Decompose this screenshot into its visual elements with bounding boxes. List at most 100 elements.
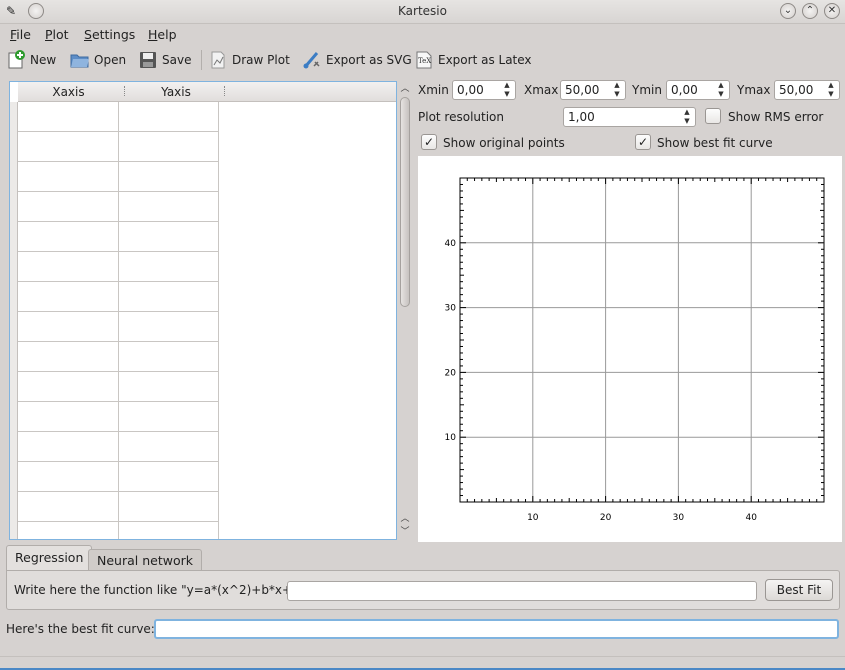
show-rms-checkbox[interactable]	[705, 108, 721, 124]
xaxis-cell[interactable]	[18, 432, 119, 462]
tab-regression[interactable]: Regression	[6, 545, 93, 571]
xaxis-cell[interactable]	[18, 522, 119, 539]
yaxis-cell[interactable]	[119, 462, 219, 492]
plot-area[interactable]: 10 20 30 40 10 20 30 40	[418, 156, 842, 542]
best-fit-button[interactable]: Best Fit	[765, 579, 833, 601]
x-tick-label: 40	[745, 513, 757, 523]
spin-arrows-icon[interactable]: ▲ ▼	[501, 81, 513, 99]
table-header: Xaxis Yaxis	[18, 82, 396, 102]
show-original-points-label[interactable]: Show original points	[443, 136, 565, 150]
yaxis-cell[interactable]	[119, 432, 219, 462]
xaxis-cell[interactable]	[18, 402, 119, 432]
draw-plot-icon	[211, 51, 225, 69]
yaxis-cell[interactable]	[119, 192, 219, 222]
xaxis-cell[interactable]	[18, 312, 119, 342]
xaxis-cell[interactable]	[18, 342, 119, 372]
window-title: Kartesio	[398, 4, 447, 18]
menu-plot[interactable]: Plot	[45, 27, 69, 42]
yaxis-cell[interactable]	[119, 372, 219, 402]
xaxis-cell[interactable]	[18, 162, 119, 192]
spin-arrows-icon[interactable]: ▲ ▼	[825, 81, 837, 99]
minimize-icon[interactable]: ⌄	[780, 3, 796, 19]
yaxis-cell[interactable]	[119, 222, 219, 252]
best-fit-result-label: Here's the best fit curve:	[6, 622, 155, 636]
xaxis-cell[interactable]	[18, 132, 119, 162]
tab-neural-network[interactable]: Neural network	[88, 549, 202, 571]
column-resize-handle[interactable]	[224, 86, 226, 96]
table-row	[18, 312, 219, 342]
spin-arrows-icon[interactable]: ▲ ▼	[611, 81, 623, 99]
yaxis-cell[interactable]	[119, 492, 219, 522]
column-header-xaxis[interactable]: Xaxis	[18, 85, 119, 99]
show-best-fit-label[interactable]: Show best fit curve	[657, 136, 773, 150]
menu-help[interactable]: Help	[148, 27, 177, 42]
y-tick-label: 20	[445, 368, 457, 378]
yaxis-cell[interactable]	[119, 132, 219, 162]
xaxis-cell[interactable]	[18, 282, 119, 312]
status-bar	[0, 656, 845, 670]
table-row	[18, 102, 219, 132]
yaxis-cell[interactable]	[119, 252, 219, 282]
scrollbar-thumb[interactable]	[400, 97, 410, 307]
save-button[interactable]: Save	[138, 47, 191, 73]
yaxis-cell[interactable]	[119, 342, 219, 372]
function-input[interactable]	[287, 581, 757, 601]
scroll-up-icon[interactable]: ︿	[399, 513, 411, 525]
maximize-icon[interactable]: ⌃	[802, 3, 818, 19]
plot-chart: 10 20 30 40 10 20 30 40	[445, 177, 825, 523]
yaxis-cell[interactable]	[119, 312, 219, 342]
plot-frame	[459, 177, 825, 503]
xaxis-cell[interactable]	[18, 192, 119, 222]
xaxis-cell[interactable]	[18, 492, 119, 522]
table-row	[18, 282, 219, 312]
open-button[interactable]: Open	[70, 47, 126, 73]
xaxis-cell[interactable]	[18, 102, 119, 132]
spin-arrows-icon[interactable]: ▲ ▼	[681, 108, 693, 126]
best-fit-result-field[interactable]	[154, 619, 839, 639]
table-row	[18, 492, 219, 522]
xmin-spinbox[interactable]: 0,00 ▲ ▼	[452, 80, 516, 100]
table-row	[18, 462, 219, 492]
menu-file[interactable]: File	[10, 27, 31, 42]
close-icon[interactable]: ✕	[824, 3, 840, 19]
spin-arrows-icon[interactable]: ▲ ▼	[715, 81, 727, 99]
x-tick-label: 30	[673, 513, 685, 523]
xaxis-cell[interactable]	[18, 372, 119, 402]
table-row	[18, 402, 219, 432]
export-svg-icon	[303, 52, 320, 69]
xmax-spinbox[interactable]: 50,00 ▲ ▼	[560, 80, 626, 100]
yaxis-cell[interactable]	[119, 522, 219, 539]
export-svg-button[interactable]: Export as SVG	[302, 47, 412, 73]
column-header-yaxis[interactable]: Yaxis	[126, 85, 226, 99]
menu-settings[interactable]: Settings	[84, 27, 135, 42]
xaxis-cell[interactable]	[18, 222, 119, 252]
y-tick-label: 40	[445, 239, 457, 249]
show-best-fit-checkbox[interactable]: ✓	[635, 134, 651, 150]
new-button[interactable]: New	[6, 47, 56, 73]
ymax-spinbox[interactable]: 50,00 ▲ ▼	[774, 80, 840, 100]
toolbar-separator	[201, 50, 202, 70]
export-latex-button[interactable]: TeX Export as Latex	[414, 47, 532, 73]
table-row	[18, 252, 219, 282]
scroll-up-icon[interactable]: ︿	[399, 83, 411, 95]
table-scrollbar[interactable]: ︿ ︿ ﹀	[398, 81, 412, 540]
yaxis-cell[interactable]	[119, 282, 219, 312]
new-label: New	[30, 53, 57, 67]
ymin-spinbox[interactable]: 0,00 ▲ ▼	[666, 80, 730, 100]
yaxis-cell[interactable]	[119, 402, 219, 432]
data-table: Xaxis Yaxis	[9, 81, 397, 540]
xaxis-cell[interactable]	[18, 462, 119, 492]
plot-resolution-spinbox[interactable]: 1,00 ▲ ▼	[563, 107, 696, 127]
draw-plot-button[interactable]: Draw Plot	[208, 47, 290, 73]
yaxis-cell[interactable]	[119, 102, 219, 132]
save-icon	[140, 52, 156, 68]
show-rms-label[interactable]: Show RMS error	[728, 110, 823, 124]
xaxis-cell[interactable]	[18, 252, 119, 282]
scroll-down-icon[interactable]: ﹀	[399, 526, 411, 538]
yaxis-cell[interactable]	[119, 162, 219, 192]
show-original-points-checkbox[interactable]: ✓	[421, 134, 437, 150]
export-latex-label: Export as Latex	[438, 53, 532, 67]
ymin-value: 0,00	[671, 83, 698, 97]
table-row	[18, 132, 219, 162]
table-row	[18, 342, 219, 372]
